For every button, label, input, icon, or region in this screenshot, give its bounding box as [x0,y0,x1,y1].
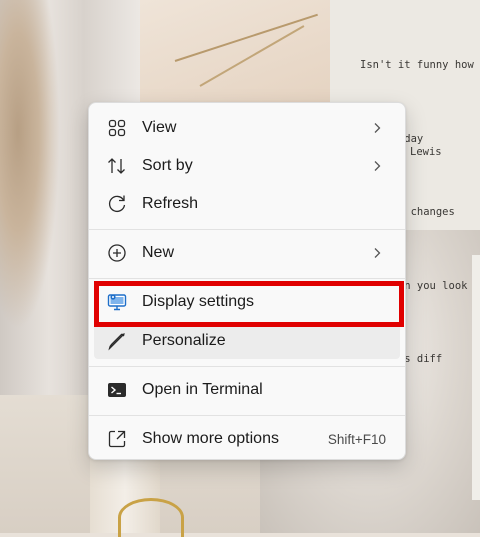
menu-separator [89,229,405,230]
menu-separator [89,415,405,416]
chevron-right-icon [370,121,384,135]
display-settings-icon [106,291,128,313]
sort-icon [106,155,128,177]
menu-item-label: Open in Terminal [142,381,263,398]
menu-item-new[interactable]: New [94,235,400,271]
menu-item-label: Sort by [142,157,193,174]
refresh-icon [106,193,128,215]
menu-item-sort-by[interactable]: Sort by [94,148,400,184]
wallpaper-gold-ring [118,498,184,537]
personalize-brush-icon [106,330,128,352]
chevron-right-icon [370,159,384,173]
menu-item-view[interactable]: View [94,110,400,146]
keyboard-shortcut: Shift+F10 [327,431,386,447]
menu-item-refresh[interactable]: Refresh [94,186,400,222]
menu-item-display-settings[interactable]: Display settings [94,284,400,320]
menu-item-open-in-terminal[interactable]: Open in Terminal [94,372,400,408]
chevron-right-icon [370,246,384,260]
menu-item-label: New [142,244,175,261]
menu-separator [89,366,405,367]
show-more-options-icon [106,428,128,450]
menu-item-personalize[interactable]: Personalize [94,323,400,359]
new-plus-icon [106,242,128,264]
view-grid-icon [106,117,128,139]
menu-separator [89,278,405,279]
desktop-context-menu: View Sort by Refresh New Display setting… [88,102,406,460]
menu-item-label: Refresh [142,195,199,212]
menu-item-label: Personalize [142,332,226,349]
menu-item-label: Show more options [142,430,279,447]
menu-item-label: View [142,119,177,136]
terminal-icon [106,379,128,401]
menu-item-label: Display settings [142,293,255,310]
wallpaper-pampas-grass [0,0,60,330]
menu-item-show-more-options[interactable]: Show more options Shift+F10 [94,421,400,457]
quote-line: Isn't it funny how [360,59,474,71]
quote-author: Lewis [410,146,442,158]
